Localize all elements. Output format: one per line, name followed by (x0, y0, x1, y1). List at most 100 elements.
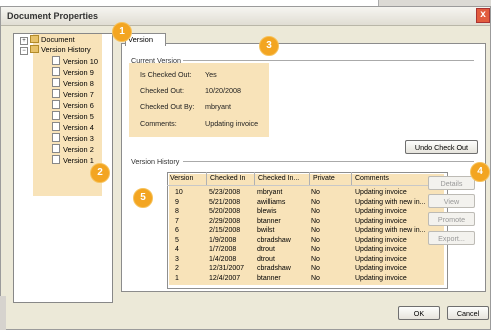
cell-checked-in: 12/4/2007 (209, 274, 241, 282)
document-icon (52, 122, 60, 131)
close-icon[interactable]: x (476, 8, 490, 23)
cell-checked-in: 1/4/2008 (209, 255, 237, 263)
folder-icon (30, 35, 39, 43)
tree-item-version-5[interactable]: Version 5 (52, 111, 94, 121)
cell-comments: Updating invoice (355, 246, 407, 253)
document-icon (52, 78, 60, 87)
tree-version-label: Version 3 (63, 134, 94, 143)
tree-item-version-2[interactable]: Version 2 (52, 144, 94, 154)
document-icon (52, 100, 60, 109)
column-header-private[interactable]: Private (310, 172, 352, 185)
cell-private: No (311, 246, 320, 253)
document-icon (52, 56, 60, 65)
tree-item-version-6[interactable]: Version 6 (52, 100, 94, 110)
column-header-version[interactable]: Version (167, 172, 207, 185)
cell-checked-in: 1/7/2008 (209, 246, 237, 253)
tree-item-version-10[interactable]: Version 10 (52, 56, 98, 66)
tree-item-document-label: Document (41, 35, 75, 44)
table-row[interactable]: 6 2/15/2008 bwilst No Updating with new in..… (167, 226, 446, 235)
cell-by: awilliams (257, 198, 286, 206)
collapse-history-icon[interactable]: − (20, 47, 28, 55)
cell-comments: Updating invoice (355, 236, 407, 244)
tree-version-label: Version 5 (63, 112, 94, 121)
cell-by: btanner (257, 217, 281, 225)
callout-badge-3: 3 (259, 36, 279, 56)
tree-item-version-3[interactable]: Version 3 (52, 133, 94, 143)
cell-version: 6 (175, 227, 179, 234)
cell-version: 8 (175, 208, 179, 215)
callout-badge-1: 1 (112, 22, 132, 42)
header-divider (167, 185, 446, 186)
callout-badge-2: 2 (90, 163, 110, 183)
cell-comments: Updating with new in... (355, 227, 426, 234)
details-button[interactable]: Details (428, 176, 475, 190)
table-row[interactable]: 10 5/23/2008 mbryant No Updating invoice (167, 188, 446, 197)
version-history-divider (183, 161, 474, 162)
document-icon (52, 67, 60, 76)
undo-check-out-button[interactable]: Undo Check Out (405, 140, 478, 154)
cell-version: 10 (175, 189, 183, 196)
cell-by: dtrout (257, 255, 275, 263)
table-row[interactable]: 1 12/4/2007 btanner No Updating invoice (167, 274, 446, 283)
cell-by: cbradshaw (257, 265, 291, 272)
cell-private: No (311, 265, 320, 272)
view-button[interactable]: View (428, 194, 475, 208)
cell-comments: Updating invoice (355, 189, 407, 196)
cell-private: No (311, 198, 320, 206)
titlebar: Document Properties x (1, 7, 490, 26)
checked-out-label: Checked Out: (140, 86, 184, 95)
cell-private: No (311, 255, 320, 263)
tree-version-label: Version 10 (63, 57, 98, 66)
column-header-checked-in-by[interactable]: Checked In... (255, 172, 310, 185)
cell-comments: Updating invoice (355, 217, 407, 225)
cell-private: No (311, 189, 320, 196)
checked-out-by-label: Checked Out By: (140, 102, 195, 111)
promote-button[interactable]: Promote (428, 212, 475, 226)
comments-value: Updating invoice (205, 119, 259, 128)
cell-private: No (311, 227, 320, 234)
table-row[interactable]: 4 1/7/2008 dtrout No Updating invoice (167, 245, 446, 254)
tree-item-version-1[interactable]: Version 1 (52, 155, 94, 165)
cell-private: No (311, 217, 320, 225)
cell-by: btanner (257, 274, 281, 282)
table-row[interactable]: 5 1/9/2008 cbradshaw No Updating invoice (167, 236, 446, 245)
cell-checked-in: 5/20/2008 (209, 208, 241, 215)
cell-by: cbradshaw (257, 236, 291, 244)
expand-document-icon[interactable]: + (20, 37, 28, 45)
tree-item-version-9[interactable]: Version 9 (52, 67, 94, 77)
tree-item-version-7[interactable]: Version 7 (52, 89, 94, 99)
cell-version: 1 (175, 274, 179, 282)
tree-version-label: Version 4 (63, 123, 94, 132)
tree-version-label: Version 8 (63, 79, 94, 88)
cell-version: 2 (175, 265, 179, 272)
table-row[interactable]: 9 5/21/2008 awilliams No Updating with new i… (167, 198, 446, 207)
tree-item-document[interactable]: Document (30, 35, 75, 45)
table-row[interactable]: 2 12/31/2007 cbradshaw No Updating invoice (167, 264, 446, 273)
document-icon (52, 133, 60, 142)
table-row[interactable]: 8 5/20/2008 blewis No Updating invoice (167, 207, 446, 216)
cell-comments: Updating invoice (355, 274, 407, 282)
tree-item-version-history[interactable]: Version History (30, 45, 91, 55)
ok-button[interactable]: OK (398, 306, 440, 320)
document-icon (52, 111, 60, 120)
document-icon (52, 155, 60, 164)
export-button[interactable]: Export... (428, 231, 475, 245)
is-checked-out-label: Is Checked Out: (140, 70, 192, 79)
cancel-button[interactable]: Cancel (447, 306, 489, 320)
tree-item-version-4[interactable]: Version 4 (52, 122, 94, 132)
cell-checked-in: 2/29/2008 (209, 217, 241, 225)
table-row[interactable]: 3 1/4/2008 dtrout No Updating invoice (167, 255, 446, 264)
tree-version-label: Version 2 (63, 145, 94, 154)
cell-checked-in: 5/23/2008 (209, 189, 241, 196)
document-icon (52, 144, 60, 153)
table-row[interactable]: 7 2/29/2008 btanner No Updating invoice (167, 217, 446, 226)
cell-checked-in: 2/15/2008 (209, 227, 241, 234)
bottom-left-strip (0, 296, 6, 330)
checked-out-by-value: mbryant (205, 102, 231, 111)
tree-version-label: Version 6 (63, 101, 94, 110)
tree-item-version-8[interactable]: Version 8 (52, 78, 94, 88)
cell-by: blewis (257, 208, 277, 215)
current-version-section-label: Current Version (131, 56, 181, 65)
column-header-checked-in[interactable]: Checked In (207, 172, 255, 185)
cell-version: 5 (175, 236, 179, 244)
